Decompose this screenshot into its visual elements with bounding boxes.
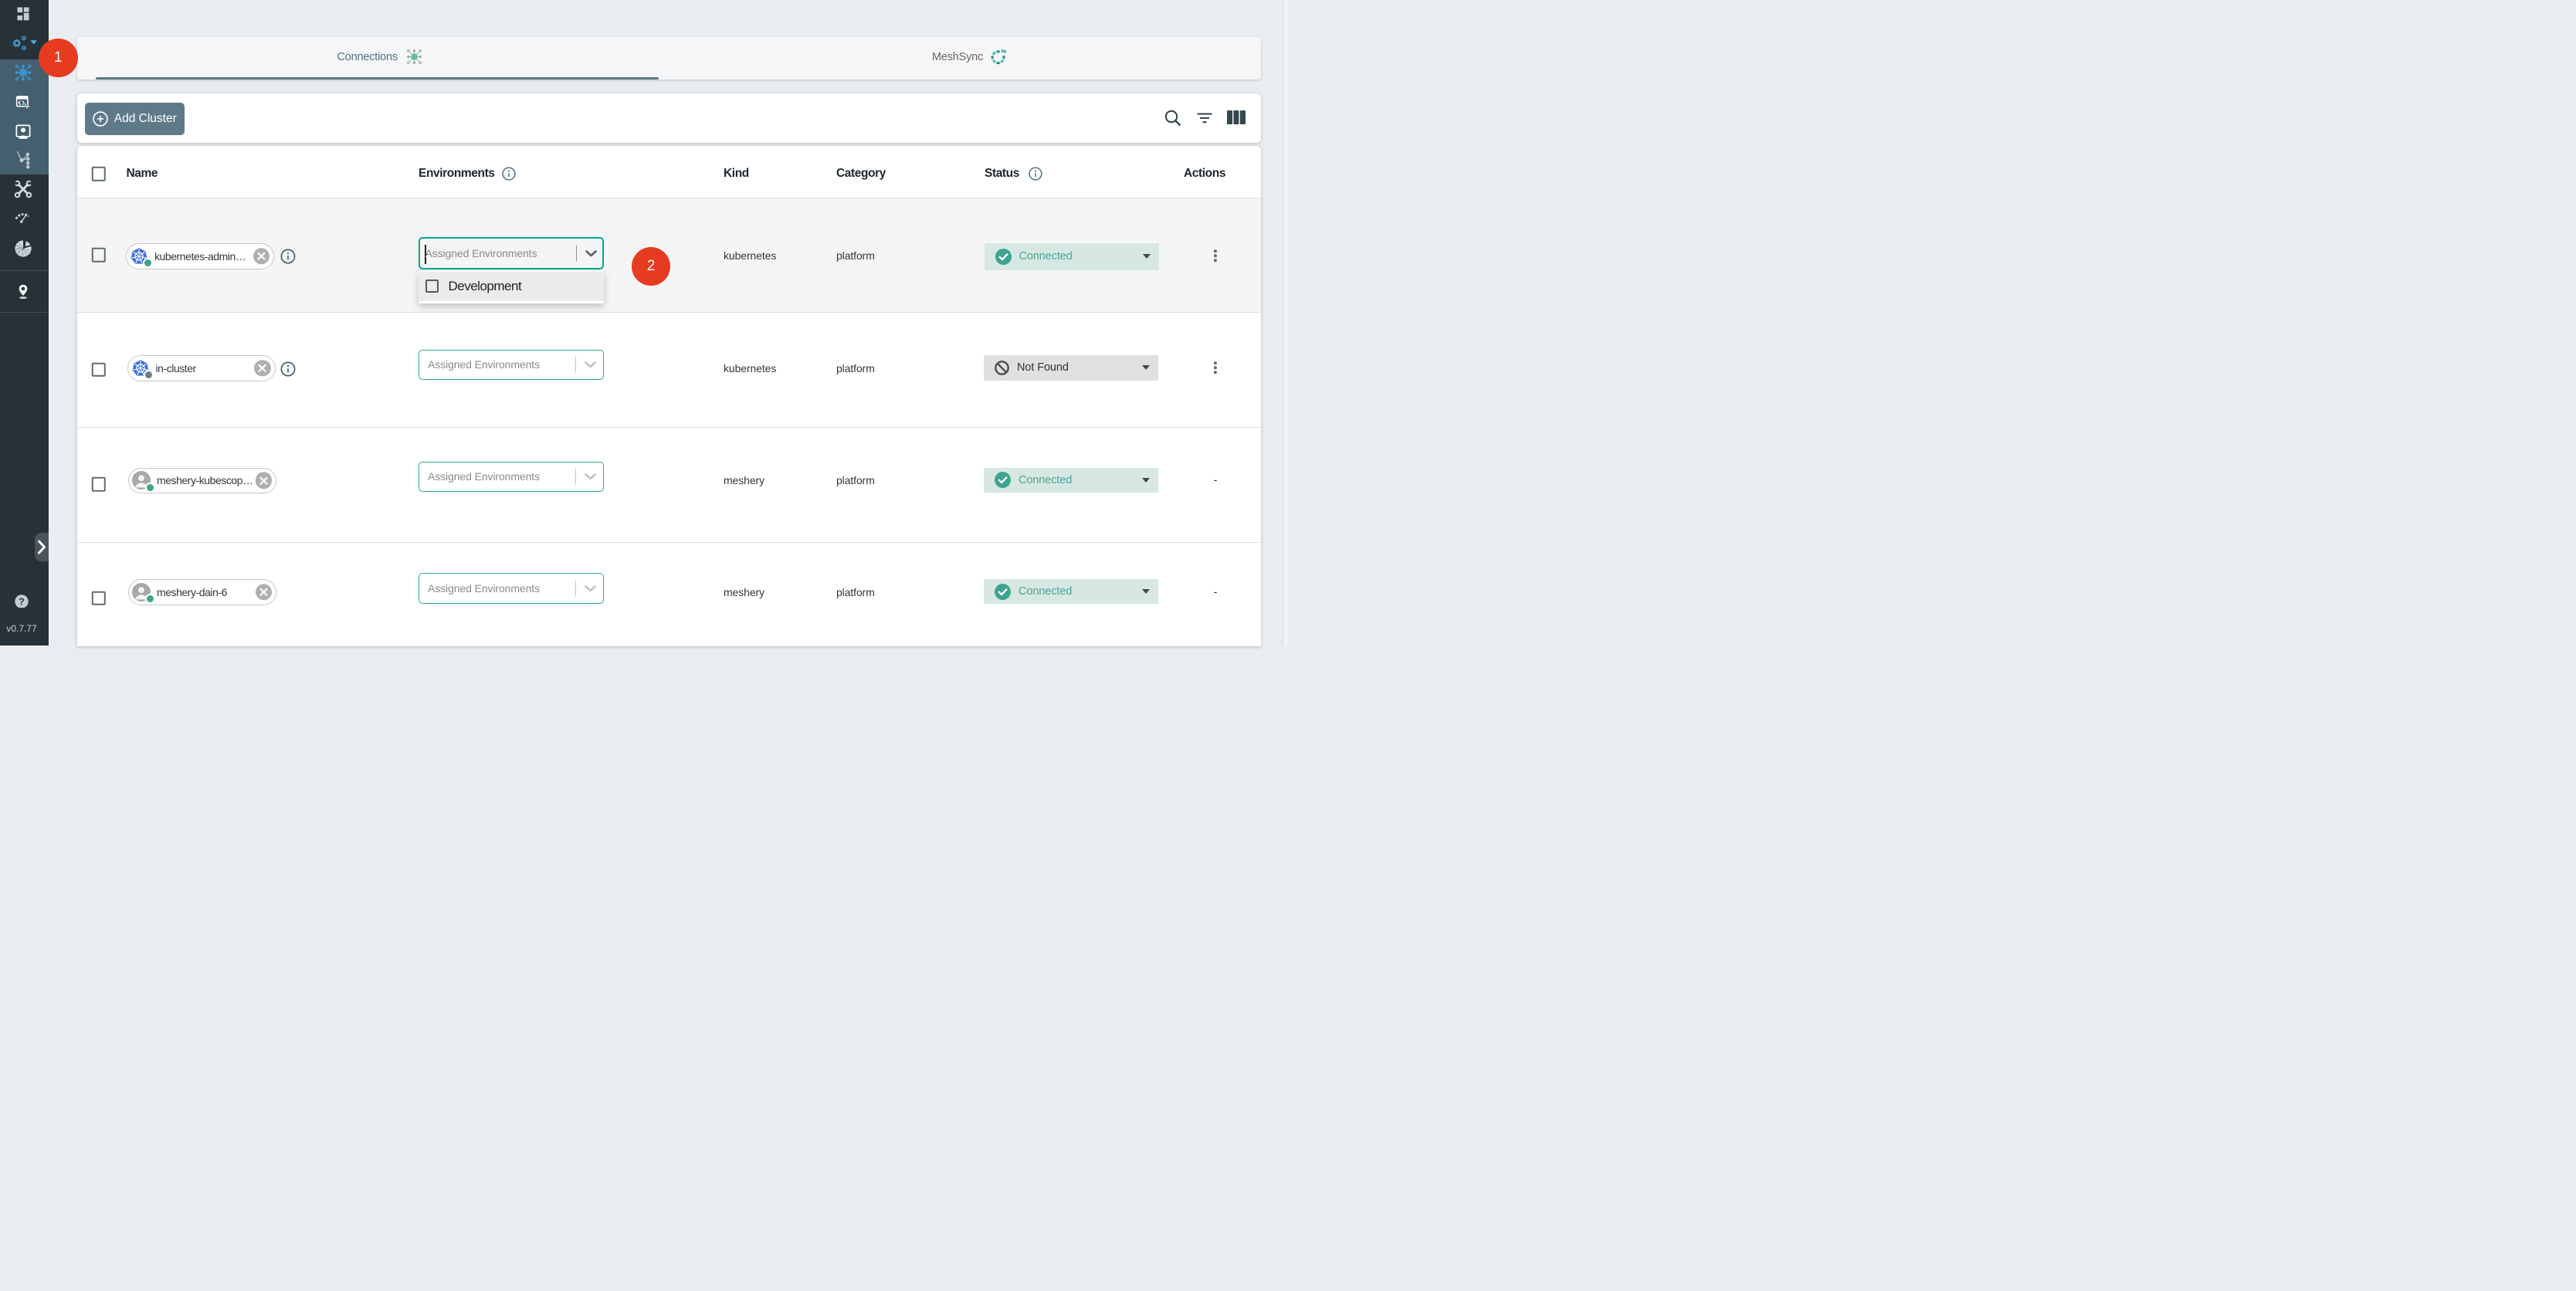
- svg-text:?: ?: [19, 596, 25, 607]
